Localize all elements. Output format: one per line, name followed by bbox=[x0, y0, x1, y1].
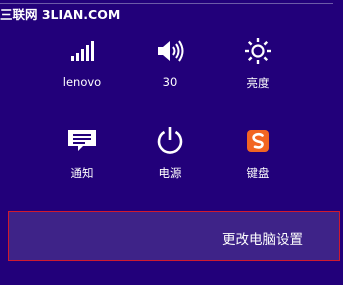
sogou-keyboard-icon bbox=[223, 129, 293, 161]
volume-icon bbox=[135, 39, 205, 71]
wifi-signal-icon bbox=[47, 39, 117, 71]
change-pc-settings-button[interactable]: 更改电脑设置 bbox=[8, 211, 340, 261]
network-label: lenovo bbox=[62, 75, 102, 89]
volume-tile[interactable]: 30 bbox=[135, 39, 205, 103]
notifications-tile[interactable]: 通知 bbox=[47, 129, 117, 193]
notifications-icon bbox=[47, 129, 117, 161]
keyboard-tile[interactable]: 键盘 bbox=[223, 129, 293, 193]
brightness-tile[interactable]: 亮度 bbox=[223, 38, 293, 103]
notifications-label: 通知 bbox=[70, 166, 94, 180]
volume-label: 30 bbox=[162, 75, 178, 89]
brightness-label: 亮度 bbox=[246, 76, 270, 90]
power-tile[interactable]: 电源 bbox=[135, 127, 205, 193]
watermark-logo: 三联网 3LIAN.COM bbox=[0, 7, 121, 22]
power-icon bbox=[135, 127, 205, 161]
keyboard-label: 键盘 bbox=[246, 166, 270, 180]
brightness-icon bbox=[223, 38, 293, 71]
power-label: 电源 bbox=[158, 166, 182, 180]
network-tile[interactable]: lenovo bbox=[47, 39, 117, 103]
change-pc-settings-label: 更改电脑设置 bbox=[222, 232, 303, 248]
